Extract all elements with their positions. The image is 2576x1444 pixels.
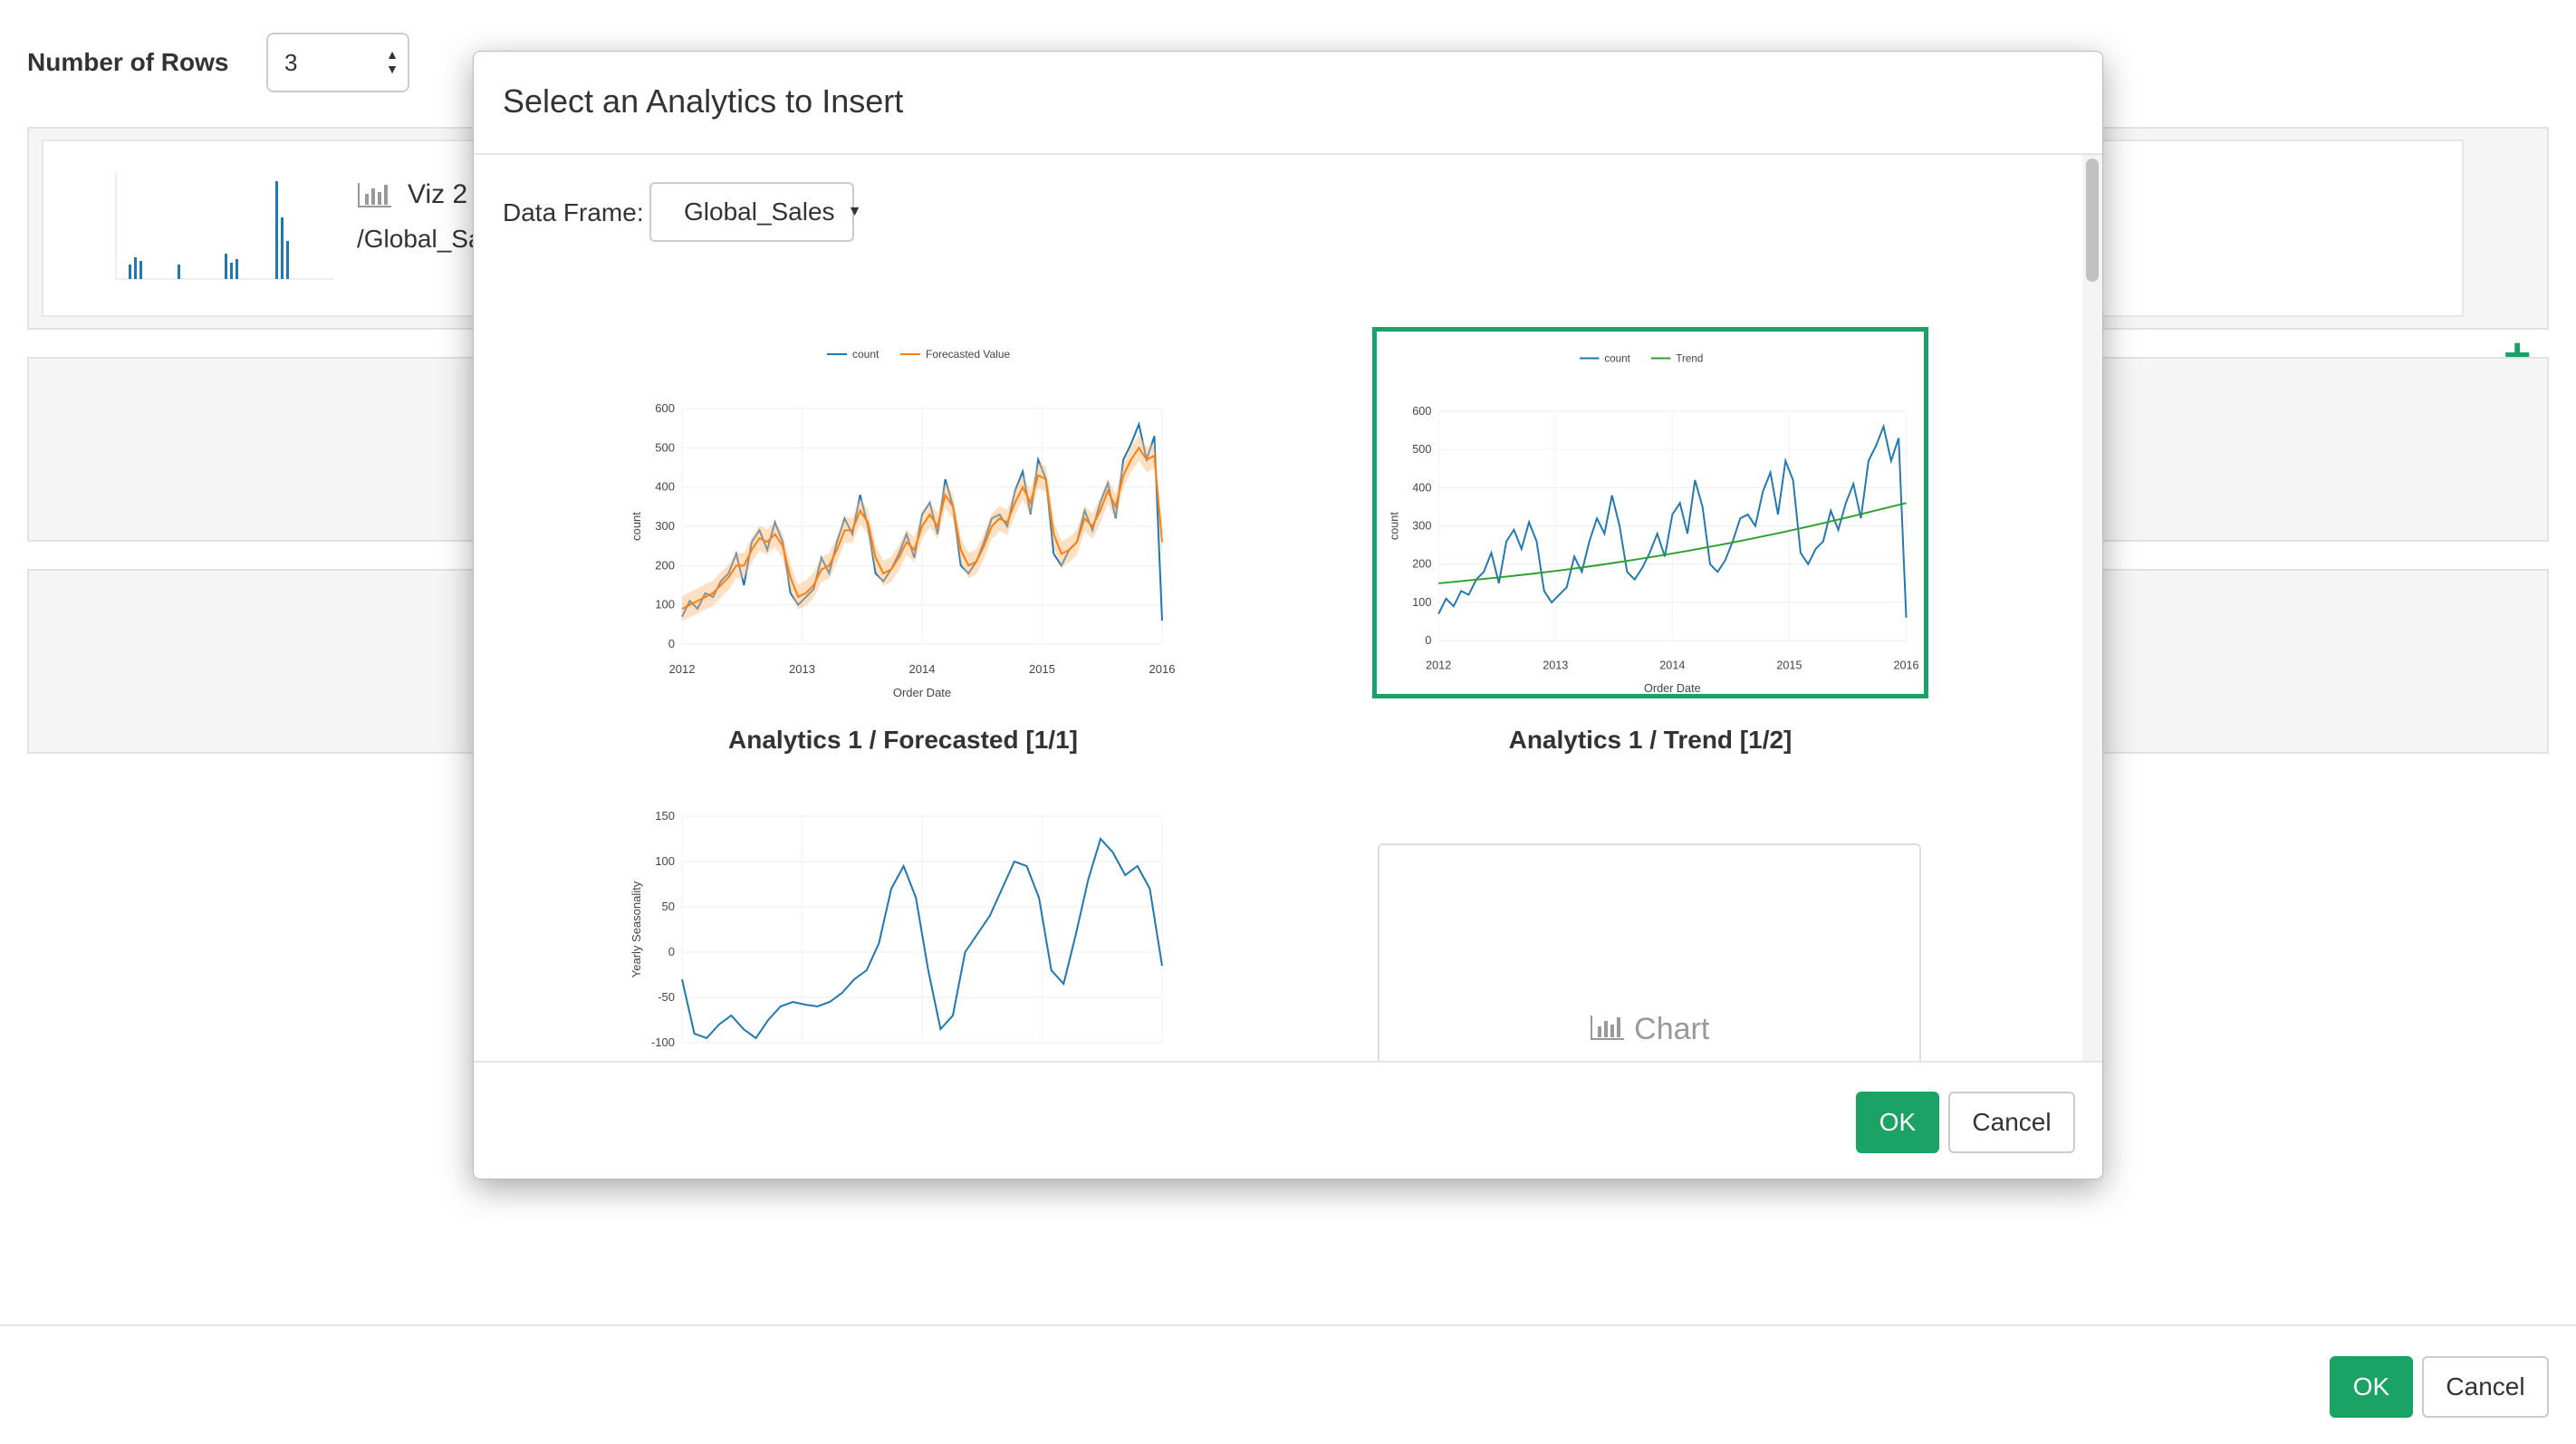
x-tick-label: 2014 [909, 662, 936, 676]
x-tick-label: 2016 [1893, 659, 1918, 671]
y-axis-label: Yearly Seasonality [630, 881, 643, 977]
y-tick-label: 200 [1412, 558, 1431, 571]
analytics-card-trend[interactable]: count Trend 0 100 200 300 400 500 600 2012 2013 201… [1372, 327, 1928, 698]
select-analytics-dialog: Select an Analytics to Insert Data Frame… [473, 51, 2103, 1179]
y-tick-label: 0 [1425, 634, 1431, 647]
y-tick-label: 100 [655, 854, 675, 868]
x-tick-label: 2013 [1543, 659, 1568, 671]
y-tick-label: 300 [655, 519, 675, 533]
empty-chart-text: Chart [1634, 1012, 1710, 1046]
analytics-card-forecasted-label: Analytics 1 / Forecasted [1/1] [728, 726, 1078, 754]
y-tick-label: -50 [658, 990, 675, 1004]
analytics-card-forecasted[interactable]: count Forecasted Value 0 100 200 300 400 500 600… [619, 327, 1180, 699]
footer-divider [0, 1324, 2576, 1326]
stepper-arrows-icon[interactable]: ▲ ▼ [386, 47, 399, 76]
x-axis-label: Order Date [1644, 682, 1701, 694]
rows-toolbar: Number of Rows 3 ▲ ▼ [27, 33, 409, 92]
bar-chart-icon [358, 183, 391, 207]
dialog-ok-button[interactable]: OK [1856, 1092, 1939, 1153]
trend-chart: count Trend 0 100 200 300 400 500 600 2012 2013 201… [1388, 352, 1918, 694]
data-frame-dropdown[interactable]: Global_Sales ▼ [649, 182, 861, 242]
y-tick-label: 400 [1412, 481, 1431, 494]
viz-thumbnail [115, 172, 333, 280]
y-tick-label: 200 [655, 558, 675, 572]
seasonality-chart: -100 -50 0 50 100 150 Yearly Seasonality [630, 809, 1163, 1049]
analytics-card-trend-label: Analytics 1 / Trend [1/2] [1508, 726, 1793, 754]
y-tick-label: 50 [662, 900, 675, 913]
x-tick-label: 2016 [1149, 662, 1176, 676]
y-tick-label: 300 [1412, 520, 1431, 533]
bar-chart-icon [1590, 1016, 1624, 1040]
x-tick-label: 2012 [669, 662, 696, 676]
y-tick-label: 600 [655, 401, 675, 415]
page-cancel-button[interactable]: Cancel [2422, 1356, 2549, 1418]
chevron-down-icon: ▼ [847, 204, 862, 219]
y-tick-label: 400 [655, 480, 675, 494]
y-tick-label: 150 [655, 809, 675, 823]
dialog-title: Select an Analytics to Insert [503, 82, 904, 120]
dialog-header: Select an Analytics to Insert [474, 52, 2102, 155]
data-frame-label: Data Frame: [503, 198, 644, 226]
number-of-rows-label: Number of Rows [27, 48, 229, 76]
analytics-card-empty-chart[interactable]: Chart [1378, 843, 1921, 1061]
x-tick-label: 2012 [1426, 659, 1451, 671]
forecast-chart: count Forecasted Value 0 100 200 300 400 500 600… [630, 348, 1176, 699]
y-tick-label: -100 [651, 1035, 675, 1049]
dialog-scrollbar[interactable] [2082, 155, 2102, 1061]
data-frame-value: Global_Sales [684, 197, 835, 226]
y-tick-label: 500 [655, 440, 675, 454]
analytics-card-seasonality[interactable]: -100 -50 0 50 100 150 Yearly Seasonality [619, 789, 1180, 1061]
dialog-body: Data Frame: Global_Sales ▼ count Forecast… [474, 155, 2102, 1061]
empty-chart-label: Chart [1379, 1012, 1919, 1047]
legend-label: count [1604, 352, 1630, 364]
x-tick-label: 2015 [1776, 659, 1802, 671]
y-axis-label: count [1388, 512, 1400, 540]
y-axis-label: count [630, 512, 643, 541]
y-tick-label: 0 [668, 637, 675, 650]
number-of-rows-select[interactable]: 3 ▲ ▼ [266, 33, 409, 92]
x-tick-label: 2014 [1659, 659, 1685, 671]
x-tick-label: 2015 [1029, 662, 1055, 676]
viz-path: /Global_Sa [357, 225, 483, 253]
viz-title: Viz 2 [357, 179, 467, 210]
x-axis-label: Order Date [893, 686, 951, 698]
y-tick-label: 600 [1412, 405, 1431, 418]
dialog-footer: OK Cancel [474, 1061, 2102, 1179]
legend-label: Trend [1676, 352, 1703, 364]
y-tick-label: 500 [1412, 443, 1431, 456]
dialog-scrollbar-thumb[interactable] [2086, 159, 2099, 282]
dialog-cancel-button[interactable]: Cancel [1948, 1092, 2075, 1153]
rows-value: 3 [284, 48, 298, 76]
page-ok-button[interactable]: OK [2330, 1356, 2413, 1418]
y-tick-label: 100 [655, 598, 675, 611]
y-tick-label: 100 [1412, 596, 1431, 609]
x-tick-label: 2013 [789, 662, 815, 676]
legend-label: Forecasted Value [926, 348, 1010, 361]
y-tick-label: 0 [668, 945, 675, 958]
legend-label: count [852, 348, 879, 361]
viz-title-text: Viz 2 [408, 179, 468, 209]
